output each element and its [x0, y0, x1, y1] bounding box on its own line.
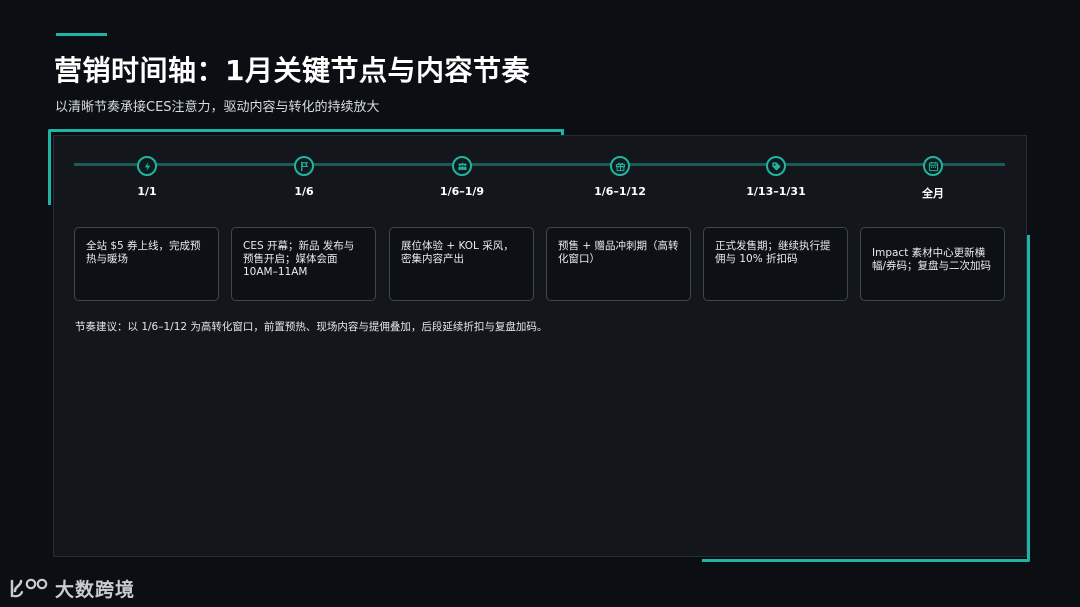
timeline-date: 1/6	[294, 185, 314, 198]
flag-icon	[294, 156, 314, 176]
milestone-card: 预售 + 赠品冲刺期（高转化窗口）	[546, 227, 691, 301]
brand-name: 大数跨境	[55, 579, 136, 601]
page-subtitle: 以清晰节奏承接CES注意力，驱动内容与转化的持续放大	[55, 100, 380, 115]
page-title: 营销时间轴：1月关键节点与内容节奏	[54, 54, 530, 87]
milestone-card: 全站 $5 券上线，完成预热与暖场	[74, 227, 219, 301]
lightning-icon	[137, 156, 157, 176]
rhythm-note: 节奏建议：以 1/6–1/12 为高转化窗口，前置预热、现场内容与提佣叠加，后段…	[75, 321, 548, 333]
milestone-card: Impact 素材中心更新横幅/券码；复盘与二次加码	[860, 227, 1005, 301]
milestone-card-text: Impact 素材中心更新横幅/券码；复盘与二次加码	[872, 247, 992, 272]
milestone-card: 展位体验 + KOL 采风，密集内容产出	[389, 227, 534, 301]
tag-icon	[766, 156, 786, 176]
timeline-panel: 1/1 1/6 1/6–1/9 1/6–1/12 1/13–1/31 全月 全站…	[53, 135, 1027, 557]
timeline-date: 1/1	[137, 185, 157, 198]
milestone-card: CES 开幕；新品 发布与预售开启；媒体会面 10AM–11AM	[231, 227, 376, 301]
milestone-card: 正式发售期；继续执行提佣与 10% 折扣码	[703, 227, 848, 301]
timeline-date: 1/6–1/12	[594, 185, 646, 198]
brand-logo-mark	[10, 578, 48, 597]
gift-icon	[610, 156, 630, 176]
title-accent-bar	[56, 33, 107, 36]
users-icon	[452, 156, 472, 176]
timeline-line	[74, 163, 1005, 166]
timeline-date: 1/13–1/31	[746, 185, 806, 198]
calendar-icon	[923, 156, 943, 176]
brand-logo: 大数跨境	[9, 575, 135, 602]
timeline-date: 全月	[922, 187, 944, 200]
timeline-date: 1/6–1/9	[439, 185, 485, 198]
